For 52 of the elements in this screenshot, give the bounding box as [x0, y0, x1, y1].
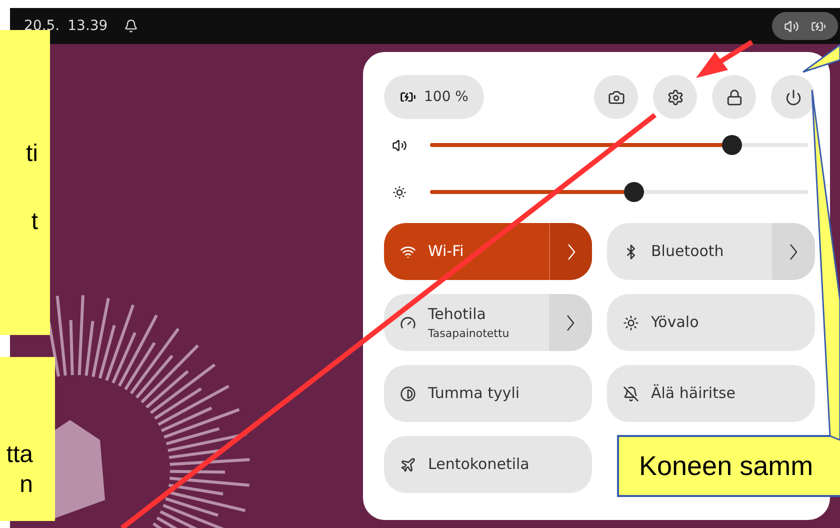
tile-label: Älä häiritse	[651, 383, 736, 404]
chevron-icon	[567, 314, 574, 330]
tile-label: Bluetooth	[651, 241, 724, 262]
chevron-icon	[790, 244, 797, 260]
volume-icon	[392, 138, 407, 152]
clock-text: 20.5.	[24, 16, 60, 36]
camera-icon	[608, 88, 624, 106]
power-icon	[784, 88, 802, 106]
gauge-icon	[400, 314, 416, 330]
wifi-icon	[400, 244, 416, 260]
bell-icon	[124, 19, 138, 33]
slider-track[interactable]	[430, 182, 808, 202]
slider-thumb[interactable]	[624, 182, 644, 202]
sun-icon	[623, 314, 639, 330]
callout-text: tta	[6, 443, 33, 467]
airplane-icon	[400, 456, 416, 472]
screenshot-button[interactable]	[594, 75, 638, 119]
tile-label: Tehotila	[428, 304, 487, 325]
contrast-icon	[400, 386, 416, 402]
toggle-tile[interactable]: Lentokonetila	[384, 436, 592, 493]
clock-text: 13.39	[68, 16, 108, 36]
callout-text: ti	[26, 142, 38, 166]
battery-percentage: 100 %	[424, 88, 468, 106]
tile-label: Wi-Fi	[428, 241, 464, 262]
toggle-tile[interactable]: Bluetooth	[607, 223, 815, 280]
toggle-tile[interactable]: Yövalo	[607, 294, 815, 351]
brightness-icon	[392, 184, 407, 200]
callout-text: t	[31, 210, 38, 234]
tile-subtitle: Tasapainotettu	[428, 326, 510, 342]
pointer-arrow	[696, 40, 754, 78]
bell-off-icon	[623, 386, 639, 402]
volume-icon	[784, 18, 799, 34]
tile-label: Tumma tyyli	[428, 383, 520, 404]
settings-icon	[666, 88, 684, 106]
lock-button[interactable]	[712, 75, 756, 119]
slider-track[interactable]	[430, 135, 808, 155]
system-status-button[interactable]	[772, 12, 838, 40]
callout-text: Koneen samm	[639, 450, 814, 483]
toggle-tile[interactable]: Älä häiritse	[607, 365, 815, 422]
toggle-tile[interactable]: Tumma tyyli	[384, 365, 592, 422]
tile-label: Lentokonetila	[428, 454, 530, 476]
expand-button[interactable]	[549, 223, 592, 280]
tile-label: Yövalo	[651, 312, 699, 334]
callout-text: n	[20, 473, 33, 497]
toggle-tile[interactable]: Wi-Fi	[384, 223, 592, 280]
power-button[interactable]	[771, 75, 815, 119]
chevron-icon	[568, 244, 574, 260]
callout-pointer	[802, 44, 840, 73]
lock-icon	[726, 88, 742, 106]
slider-thumb[interactable]	[722, 135, 742, 155]
toggle-tile[interactable]: Tehotila Tasapainotettu	[384, 294, 592, 351]
settings-button[interactable]	[653, 75, 697, 119]
